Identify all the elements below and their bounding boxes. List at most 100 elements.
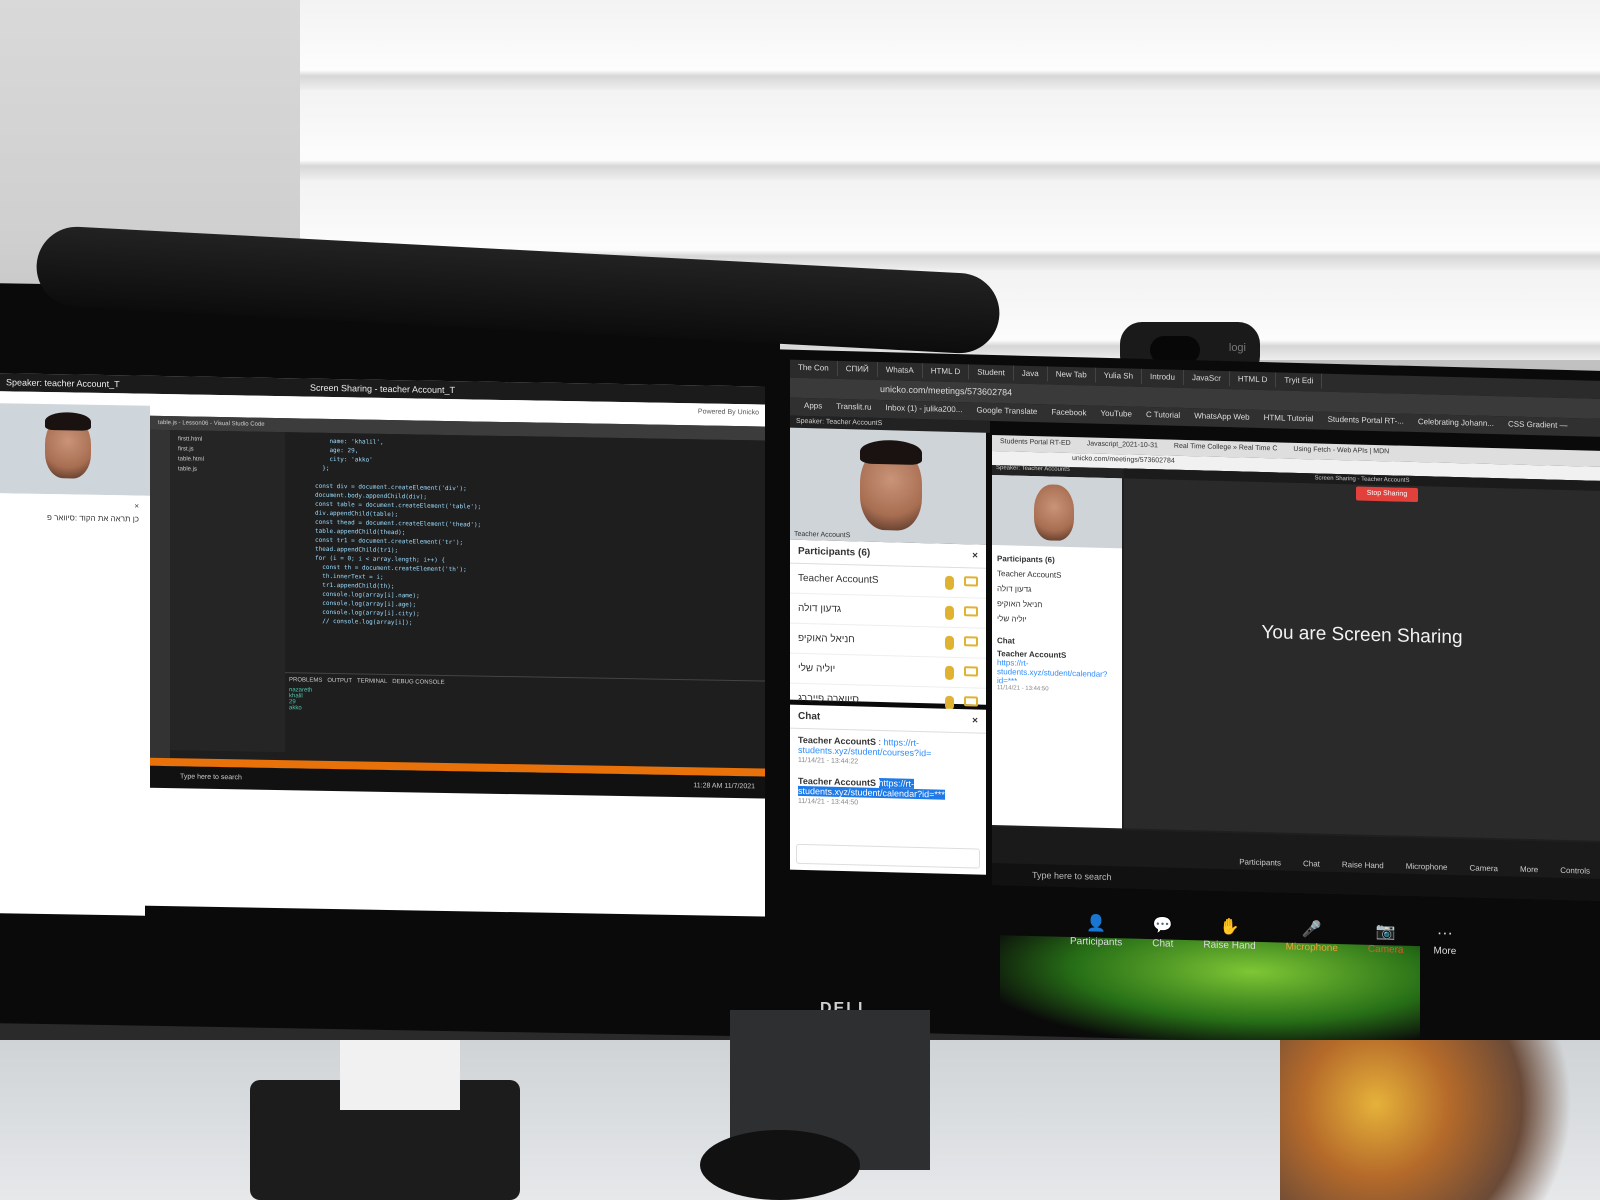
camera-icon[interactable]	[964, 605, 978, 617]
teacher-video: Teacher AccountS	[790, 427, 986, 545]
camera-icon[interactable]	[964, 575, 978, 587]
camera-icon[interactable]	[964, 695, 978, 707]
code-editor[interactable]: name: 'khalil', age: 29, city: 'akko' };…	[285, 432, 765, 681]
panel-tab[interactable]: OUTPUT	[327, 678, 352, 684]
chat-message: כן תראה את הקוד :סיוואר פ	[46, 513, 139, 524]
microphone-icon[interactable]	[945, 665, 954, 680]
inner-participant: גדעון דולה	[997, 584, 1032, 594]
browser-tab[interactable]: New Tab	[1047, 366, 1096, 383]
chat-message: Teacher AccountS : https://rt-students.x…	[790, 729, 986, 775]
explorer-file[interactable]: table.js	[174, 464, 281, 476]
inner-toolbar-button: More	[1519, 864, 1539, 875]
participant-name: גדעון דולה	[798, 602, 842, 615]
bookmark-item[interactable]: CSS Gradient —	[1508, 419, 1568, 430]
browser-tab[interactable]: Tryit Edi	[1276, 372, 1323, 389]
bookmark-item[interactable]: Apps	[804, 401, 822, 410]
browser-tab[interactable]: Introdu	[1142, 368, 1184, 385]
inner-toolbar-button: Participants	[1239, 857, 1281, 868]
participants-list: Teacher AccountS גדעון דולה חניאל האוקיפ יו…	[790, 563, 986, 719]
bookmark-item[interactable]: Facebook	[1051, 408, 1086, 418]
inner-participant: Teacher AccountS	[997, 569, 1062, 580]
inner-participants: Participants (6) Teacher AccountS גדעון …	[992, 545, 1122, 635]
participant-name: סיווארה פייברג	[798, 692, 859, 706]
left-screen: Speaker: teacher Account_T Screen Sharin…	[0, 373, 765, 917]
panel-tab[interactable]: PROBLEMS	[289, 677, 322, 684]
sharing-message: You are Screen Sharing	[1261, 622, 1463, 649]
speaker-video	[0, 403, 150, 496]
left-monitor: Speaker: teacher Account_T Screen Sharin…	[0, 283, 780, 1037]
bookmark-item[interactable]: Students Portal RT-...	[1328, 415, 1404, 426]
toolbar-label: Raise Hand	[1203, 939, 1256, 952]
inner-sidebar: Speaker: Teacher AccountS Participants (…	[992, 464, 1122, 829]
browser-tab[interactable]: The Con	[790, 359, 838, 376]
inner-chat-time: 11/14/21 - 13:44:50	[997, 685, 1049, 693]
bookmark-item[interactable]: Google Translate	[976, 406, 1037, 417]
panel-tab[interactable]: DEBUG CONSOLE	[392, 679, 444, 686]
close-icon[interactable]: ×	[972, 550, 978, 561]
speaker-hair	[45, 411, 91, 431]
camera-icon[interactable]	[964, 635, 978, 647]
microphone-icon[interactable]	[945, 605, 954, 620]
panel-tab[interactable]: TERMINAL	[357, 678, 387, 685]
inner-participants-title: Participants (6)	[997, 554, 1055, 565]
more-button[interactable]: ··· More	[1433, 925, 1457, 958]
bookmark-item[interactable]: C Tutorial	[1146, 410, 1180, 420]
device-sticker	[340, 1040, 460, 1110]
stop-sharing-button[interactable]: Stop Sharing	[1356, 486, 1418, 503]
browser-tab[interactable]: СПИЙ	[837, 360, 878, 377]
participant-icons	[945, 695, 978, 710]
inner-toolbar-button: Microphone	[1405, 861, 1448, 872]
camera-icon[interactable]	[964, 665, 978, 677]
inner-toolbar-button: Camera	[1469, 863, 1498, 874]
taskbar-search[interactable]: Type here to search	[180, 773, 242, 781]
bookmark-item[interactable]: Celebrating Johann...	[1418, 417, 1494, 428]
browser-tab[interactable]: JavaScr	[1183, 369, 1230, 387]
participant-name: Teacher AccountS	[798, 572, 879, 586]
participants-button[interactable]: 👤 Participants	[1070, 915, 1123, 949]
participant-name: יוליה שלי	[798, 662, 836, 675]
chat-close-icon[interactable]: ×	[6, 499, 139, 511]
microphone-icon[interactable]	[945, 635, 954, 650]
inner-chat: Chat Teacher AccountS https://rt-student…	[992, 632, 1122, 698]
browser-tab[interactable]: Java	[1013, 365, 1048, 382]
chat-button[interactable]: 💬 Chat	[1152, 917, 1173, 950]
powered-label: Powered By Unicko	[697, 408, 759, 417]
toolbar-label: Participants	[1070, 935, 1123, 949]
participant-icons	[945, 665, 978, 680]
bookmark-item[interactable]: YouTube	[1101, 409, 1132, 419]
mouse	[700, 1130, 860, 1200]
participant-name: חניאל האוקיפ	[798, 632, 855, 646]
camera-button[interactable]: 📷 Camera	[1368, 923, 1404, 956]
microphone-icon[interactable]	[945, 695, 954, 710]
browser-tab[interactable]: Yulia Sh	[1095, 367, 1143, 384]
inner-participant: יוליה שלי	[997, 614, 1027, 624]
desk-decoration	[1280, 1040, 1600, 1200]
bookmark-item[interactable]: Translit.ru	[836, 402, 871, 412]
bookmark-item[interactable]: Inbox (1) - julika200...	[886, 403, 963, 414]
chat-title: Chat	[798, 710, 821, 723]
microphone-button[interactable]: 🎤 Microphone	[1285, 921, 1338, 955]
vscode-explorer: firstt.html first.js table.html table.js	[170, 430, 285, 753]
toolbar-label: Microphone	[1285, 941, 1338, 955]
vscode-activity-bar[interactable]	[150, 429, 170, 767]
participants-title: Participants (6)	[798, 545, 871, 559]
browser-tab[interactable]: Student	[969, 364, 1014, 381]
inner-task-search: Type here to search	[1032, 869, 1112, 883]
microphone-icon[interactable]	[945, 575, 954, 590]
raise-hand-button[interactable]: ✋ Raise Hand	[1203, 919, 1256, 952]
browser-tab[interactable]: WhatsA	[877, 361, 923, 379]
close-icon[interactable]: ×	[972, 715, 978, 726]
inner-tab: Javascript_2021-10-31	[1086, 440, 1158, 450]
chat-input[interactable]	[796, 843, 980, 869]
url-text: unicko.com/meetings/573602784	[880, 384, 1013, 398]
browser-tab[interactable]: HTML D	[922, 363, 970, 380]
bookmark-item[interactable]: HTML Tutorial	[1264, 413, 1314, 423]
shared-screen: Students Portal RT-ED Javascript_2021-10-…	[992, 434, 1600, 901]
inner-participant: חניאל האוקיפ	[997, 599, 1043, 610]
inner-chat-title: Chat	[997, 636, 1015, 646]
chat-icon: 💬	[1152, 917, 1173, 935]
browser-tab[interactable]: HTML D	[1229, 371, 1277, 388]
toolbar-label: More	[1433, 945, 1457, 958]
bookmark-item[interactable]: WhatsApp Web	[1194, 411, 1249, 421]
inner-toolbar-button: Chat	[1302, 859, 1320, 869]
